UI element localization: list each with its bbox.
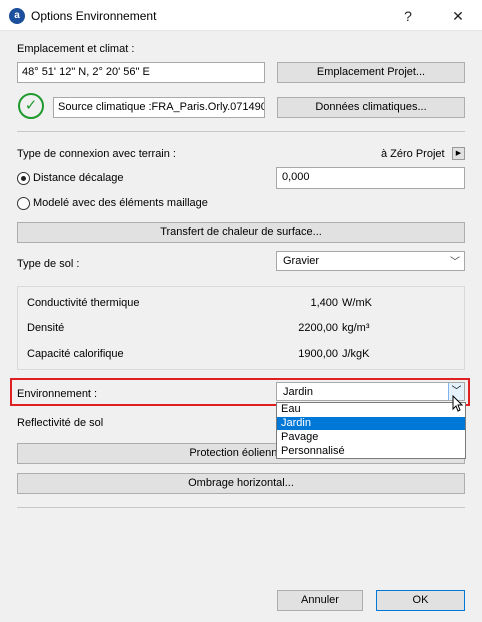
coordinates-field: 48° 51' 12" N, 2° 20' 56" E: [17, 62, 265, 83]
app-icon: a: [9, 8, 25, 24]
offset-distance-input[interactable]: 0,000: [276, 167, 465, 189]
heat-capacity-value: 1900,00: [298, 348, 338, 360]
density-unit: kg/m³: [342, 322, 370, 334]
environment-dropdown-list: Eau Jardin Pavage Personnalisé: [276, 402, 466, 459]
density-value: 2200,00: [298, 322, 338, 334]
heat-capacity-unit: J/kgK: [342, 348, 370, 360]
density-label: Densité: [27, 322, 65, 334]
radio-offset-label: Distance décalage: [33, 172, 124, 184]
ok-button[interactable]: OK: [376, 590, 465, 611]
horizontal-shading-button[interactable]: Ombrage horizontal...: [17, 473, 465, 494]
radio-offset[interactable]: [17, 172, 30, 185]
surface-heat-transfer-button[interactable]: Transfert de chaleur de surface...: [17, 222, 465, 243]
radio-mesh-label: Modelé avec des éléments maillage: [33, 197, 208, 209]
soil-properties-panel: Conductivité thermique 1,400 W/mK Densit…: [17, 286, 465, 370]
climate-data-button[interactable]: Données climatiques...: [277, 97, 465, 118]
conductivity-label: Conductivité thermique: [27, 297, 140, 309]
mouse-cursor-icon: [452, 394, 466, 416]
environment-label: Environnement :: [17, 388, 98, 400]
close-icon: ✕: [452, 8, 464, 24]
check-icon: ✓: [18, 93, 44, 119]
conductivity-value: 1,400: [310, 297, 338, 309]
environment-option-jardin[interactable]: Jardin: [277, 417, 465, 430]
environment-value: Jardin: [283, 386, 313, 398]
environment-option-pavage[interactable]: Pavage: [277, 431, 465, 444]
divider: [17, 131, 465, 132]
environment-select[interactable]: Jardin ﹀: [276, 382, 465, 401]
project-location-button[interactable]: Emplacement Projet...: [277, 62, 465, 83]
climate-source-field: Source climatique :FRA_Paris.Orly.071490: [53, 97, 265, 118]
cancel-button[interactable]: Annuler: [277, 590, 363, 611]
radio-mesh[interactable]: [17, 197, 30, 210]
radio-selected-dot: [21, 176, 26, 181]
heat-capacity-label: Capacité calorifique: [27, 348, 124, 360]
window-title: Options Environnement: [31, 9, 157, 23]
reflectivity-label: Reflectivité de sol: [17, 417, 104, 429]
environment-option-eau[interactable]: Eau: [277, 403, 465, 416]
divider: [17, 507, 465, 508]
zero-project-label: à Zéro Projet: [381, 148, 445, 160]
soil-type-value: Gravier: [283, 255, 320, 267]
help-button[interactable]: ?: [396, 5, 420, 27]
environment-option-personnalise[interactable]: Personnalisé: [277, 445, 465, 458]
title-bar: a Options Environnement ? ✕: [0, 0, 482, 31]
chevron-down-icon: ﹀: [450, 257, 460, 268]
conductivity-unit: W/mK: [342, 297, 372, 309]
connection-type-heading: Type de connexion avec terrain :: [17, 148, 176, 160]
soil-type-label: Type de sol :: [17, 258, 80, 270]
soil-type-select[interactable]: Gravier ﹀: [276, 251, 465, 271]
play-arrow-icon[interactable]: ▶: [452, 147, 465, 160]
location-heading: Emplacement et climat :: [17, 43, 135, 55]
close-button[interactable]: ✕: [446, 5, 470, 27]
